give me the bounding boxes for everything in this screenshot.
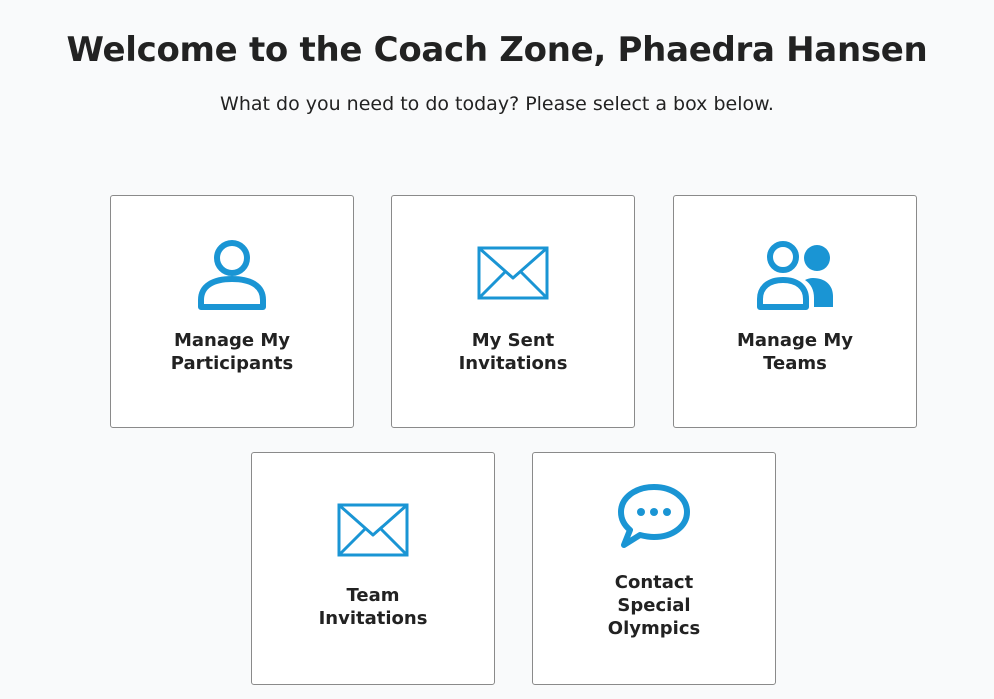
person-icon [111,238,353,310]
team-invitations-label: Team Invitations [318,585,428,629]
contact-special-olympics-label: Contact Special Olympics [607,572,701,639]
envelope-icon [392,246,634,300]
manage-participants-label: Manage My Participants [170,330,294,374]
manage-participants-card[interactable]: Manage My Participants [110,195,354,428]
people-icon [674,238,916,310]
envelope-icon [252,503,494,557]
sent-invitations-label: My Sent Invitations [458,330,568,374]
page-subtitle: What do you need to do today? Please sel… [220,93,774,115]
page-title: Welcome to the Coach Zone, Phaedra Hanse… [66,30,928,70]
coach-zone-page: Welcome to the Coach Zone, Phaedra Hanse… [0,0,994,699]
manage-teams-card[interactable]: Manage My Teams [673,195,917,428]
chat-bubble-icon [533,483,775,549]
manage-teams-label: Manage My Teams [736,330,854,374]
team-invitations-card[interactable]: Team Invitations [251,452,495,685]
sent-invitations-card[interactable]: My Sent Invitations [391,195,635,428]
contact-special-olympics-card[interactable]: Contact Special Olympics [532,452,776,685]
